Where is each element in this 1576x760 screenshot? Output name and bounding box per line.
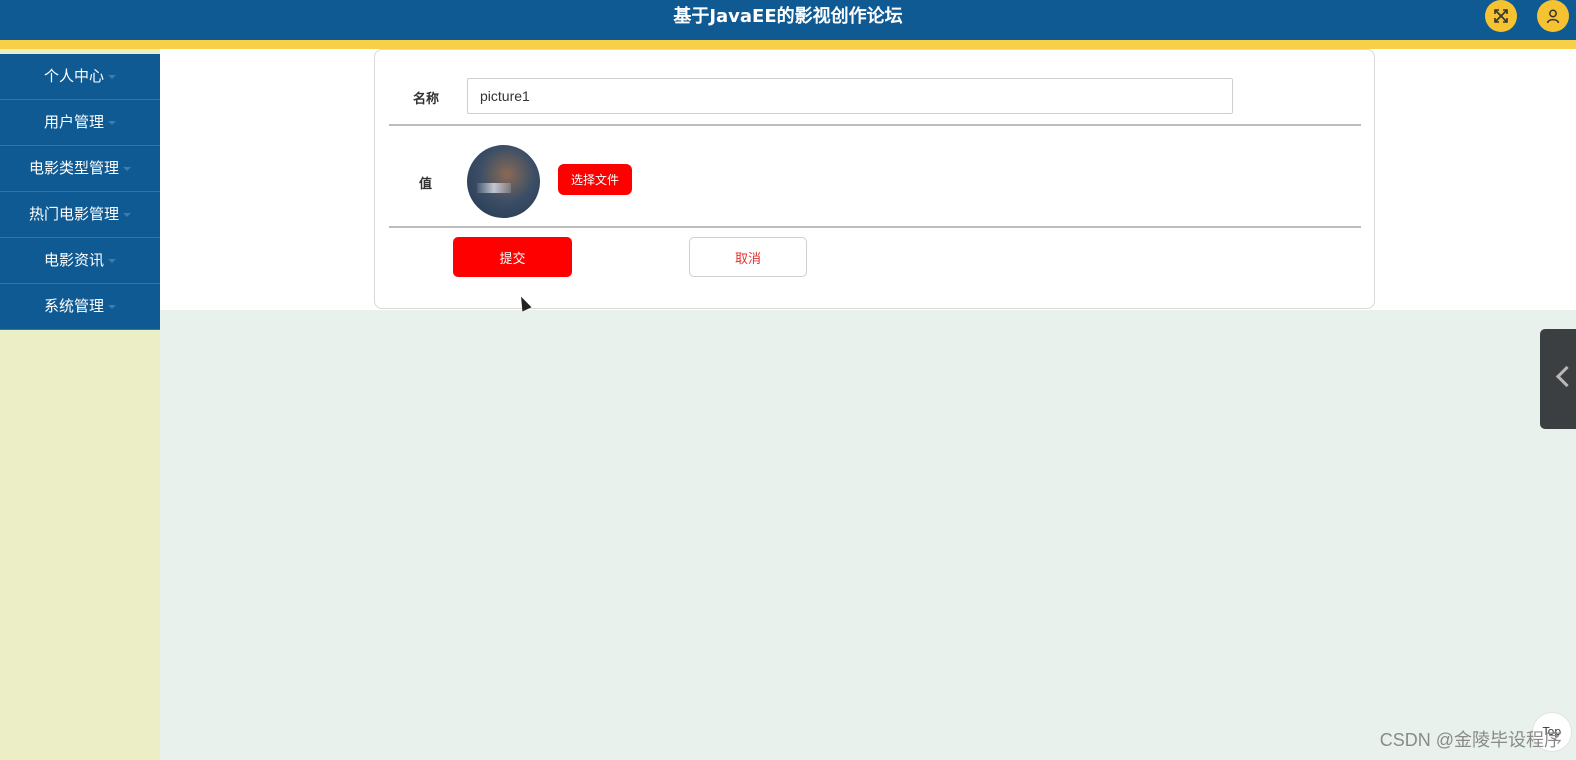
name-input[interactable] xyxy=(467,78,1233,114)
cancel-button[interactable]: 取消 xyxy=(689,237,807,277)
sidebar-item-label: 电影资讯 xyxy=(43,251,104,269)
value-label: 值 xyxy=(419,177,433,192)
caret-down-icon xyxy=(123,212,131,217)
app-title: 基于JavaEE的影视创作论坛 xyxy=(673,6,903,27)
sidebar-item-system-management[interactable]: 系统管理 xyxy=(0,284,160,330)
sidebar-item-label: 个人中心 xyxy=(43,67,104,85)
form-divider xyxy=(389,124,1361,126)
sidebar-item-hot-movie-management[interactable]: 热门电影管理 xyxy=(0,192,160,238)
uploaded-image-preview xyxy=(467,145,540,218)
sidebar-item-movie-news[interactable]: 电影资讯 xyxy=(0,238,160,284)
caret-down-icon xyxy=(108,74,116,79)
user-button[interactable] xyxy=(1537,0,1569,32)
caret-down-icon xyxy=(108,120,116,125)
caret-down-icon xyxy=(108,304,116,309)
form-divider xyxy=(389,226,1361,228)
watermark-text: CSDN @金陵毕设程序 xyxy=(1379,730,1562,750)
caret-down-icon xyxy=(108,258,116,263)
expand-icon xyxy=(1494,9,1508,23)
sidebar-item-user-management[interactable]: 用户管理 xyxy=(0,100,160,146)
side-panel-toggle[interactable] xyxy=(1540,329,1576,429)
top-header: 基于JavaEE的影视创作论坛 xyxy=(0,0,1576,49)
header-accent-stripe xyxy=(0,40,1576,49)
name-label: 名称 xyxy=(413,92,440,107)
sidebar-item-label: 系统管理 xyxy=(43,297,104,315)
sidebar-item-personal-center[interactable]: 个人中心 xyxy=(0,54,160,100)
submit-button[interactable]: 提交 xyxy=(453,237,572,277)
sidebar-item-label: 电影类型管理 xyxy=(28,159,119,177)
sidebar-item-label: 用户管理 xyxy=(43,113,104,131)
sidebar: 个人中心 用户管理 电影类型管理 热门电影管理 电影资讯 系统管理 xyxy=(0,49,160,760)
sidebar-item-label: 热门电影管理 xyxy=(28,205,119,223)
choose-file-button[interactable]: 选择文件 xyxy=(558,164,632,195)
fullscreen-button[interactable] xyxy=(1485,0,1517,32)
user-icon xyxy=(1546,9,1560,24)
chevron-left-icon xyxy=(1555,365,1576,388)
sidebar-item-movie-type-management[interactable]: 电影类型管理 xyxy=(0,146,160,192)
edit-form-card: 名称 值 选择文件 提交 取消 xyxy=(374,49,1375,309)
caret-down-icon xyxy=(123,166,131,171)
